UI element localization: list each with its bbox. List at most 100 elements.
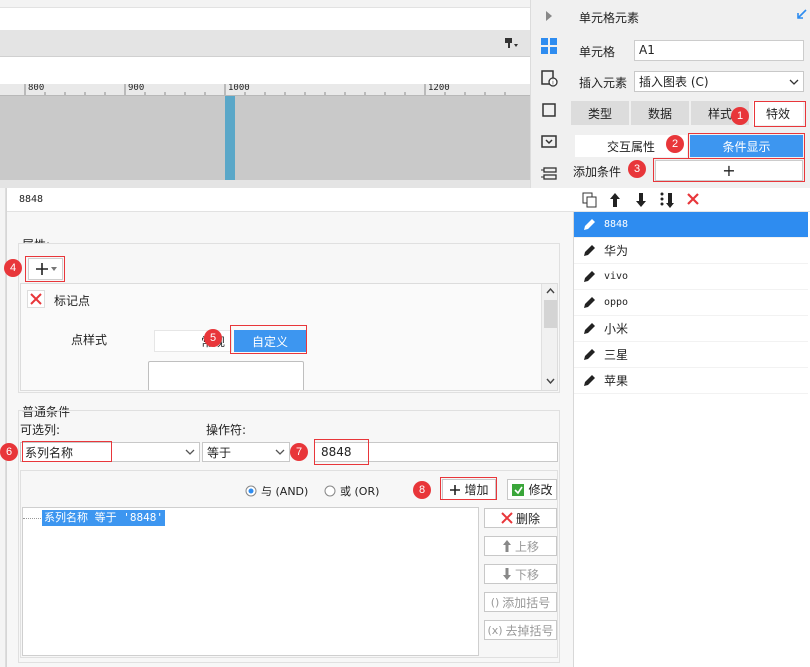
chevron-down-icon bbox=[271, 443, 289, 461]
radio-icon bbox=[324, 485, 336, 497]
tab-type-label: 类型 bbox=[587, 106, 612, 121]
operator-select-value: 等于 bbox=[207, 445, 232, 460]
tab-style-label: 样式 bbox=[707, 106, 732, 121]
insert-element-value: 插入图表 (C) bbox=[639, 75, 709, 89]
pencil-icon bbox=[574, 374, 604, 388]
cell-input[interactable]: A1 bbox=[634, 40, 804, 61]
highlight-box-value bbox=[314, 439, 369, 465]
icon-sidebar: i bbox=[530, 0, 565, 188]
step-badge: 2 bbox=[666, 135, 684, 153]
close-icon bbox=[501, 512, 513, 524]
point-style-label: 点样式 bbox=[71, 333, 108, 347]
modify-button[interactable]: 修改 bbox=[507, 479, 557, 500]
condition-item-label: 小米 bbox=[604, 322, 629, 336]
ruler-tick: 900 bbox=[128, 84, 145, 93]
canvas-selection-bar bbox=[225, 96, 235, 180]
cell-attribute-icon[interactable]: i bbox=[538, 67, 560, 89]
pencil-icon bbox=[574, 244, 604, 258]
scroll-up-icon[interactable] bbox=[546, 288, 555, 294]
condition-entry[interactable]: 系列名称 等于 '8848' bbox=[42, 510, 165, 526]
condition-tree: 系列名称 等于 '8848' bbox=[22, 507, 479, 656]
collapse-icon[interactable] bbox=[795, 9, 807, 24]
dialog-title-bar: 8848 bbox=[7, 188, 574, 212]
highlight-box-column-select bbox=[22, 441, 112, 462]
condition-item[interactable]: 三星 bbox=[574, 342, 808, 368]
and-radio[interactable]: 与 (AND) bbox=[245, 483, 308, 499]
modify-button-label: 修改 bbox=[528, 483, 553, 497]
move-down-icon[interactable] bbox=[634, 192, 648, 211]
condition-item[interactable]: 小米 bbox=[574, 316, 808, 342]
delete-button[interactable]: 删除 bbox=[484, 508, 557, 528]
tab-data[interactable]: 数据 bbox=[631, 101, 689, 125]
remove-bracket-icon: (x) bbox=[487, 623, 503, 637]
delete-marker-icon[interactable] bbox=[27, 290, 45, 308]
condition-item[interactable]: vivo bbox=[574, 264, 808, 290]
move-up-button-label: 上移 bbox=[514, 539, 539, 554]
or-radio-label: 或 (OR) bbox=[340, 485, 380, 498]
operator-select[interactable]: 等于 bbox=[202, 442, 290, 462]
form-icon[interactable] bbox=[538, 131, 560, 153]
cell-element-icon[interactable] bbox=[538, 35, 560, 57]
add-bracket-button[interactable]: () 添加括号 bbox=[484, 592, 557, 612]
condition-item[interactable]: 华为 bbox=[574, 238, 808, 264]
highlight-box-conditional bbox=[688, 133, 805, 159]
operator-label: 操作符: bbox=[206, 423, 247, 437]
pencil-icon bbox=[574, 270, 604, 284]
scroll-down-icon[interactable] bbox=[546, 378, 555, 384]
move-up-button[interactable]: 上移 bbox=[484, 536, 557, 556]
step-badge: 7 bbox=[290, 443, 308, 461]
modify-icon bbox=[512, 483, 525, 496]
chevron-down-icon bbox=[181, 443, 199, 461]
condition-item-label: 苹果 bbox=[604, 374, 629, 388]
format-toolbar bbox=[0, 30, 530, 57]
add-bracket-button-label: 添加括号 bbox=[502, 595, 551, 610]
condition-list-panel: 8848 华为 vivo oppo 小米 三星 苹果 bbox=[573, 188, 810, 667]
chevron-down-icon bbox=[785, 72, 803, 91]
condition-item-label: 8848 bbox=[604, 219, 629, 230]
condition-item[interactable]: oppo bbox=[574, 290, 808, 316]
insert-element-select[interactable]: 插入图表 (C) bbox=[634, 71, 804, 92]
condition-item[interactable]: 苹果 bbox=[574, 368, 808, 394]
move-bottom-icon[interactable] bbox=[658, 191, 676, 212]
condition-item[interactable]: 8848 bbox=[574, 212, 808, 238]
step-badge: 6 bbox=[0, 443, 18, 461]
panel-title: 单元格元素 bbox=[579, 11, 640, 25]
step-badge: 4 bbox=[4, 259, 22, 277]
ruler-tick: 1000 bbox=[228, 84, 250, 93]
pencil-icon bbox=[574, 322, 604, 336]
widget-icon[interactable] bbox=[538, 99, 560, 121]
canvas-bottom bbox=[0, 180, 530, 188]
remove-bracket-button[interactable]: (x) 去掉括号 bbox=[484, 620, 557, 640]
step-badge: 8 bbox=[413, 481, 431, 499]
copy-icon[interactable] bbox=[582, 192, 598, 211]
scrollbar[interactable] bbox=[541, 284, 557, 390]
format-painter-icon[interactable] bbox=[503, 36, 519, 50]
bracket-icon: () bbox=[490, 595, 500, 609]
move-down-button-label: 下移 bbox=[514, 567, 539, 582]
highlight-box-add-property bbox=[25, 256, 65, 282]
ruler-tick: 800 bbox=[28, 84, 45, 93]
layout-icon[interactable] bbox=[538, 163, 560, 185]
condition-item-label: oppo bbox=[604, 297, 629, 308]
column-ruler: 800 900 1000 1200 bbox=[0, 84, 530, 96]
move-down-button[interactable]: 下移 bbox=[484, 564, 557, 584]
add-condition-label: 添加条件 bbox=[573, 165, 622, 179]
tree-line bbox=[23, 518, 41, 519]
arrow-up-icon bbox=[502, 540, 511, 552]
expand-arrow-icon[interactable] bbox=[538, 5, 560, 27]
list-toolbar bbox=[574, 188, 810, 212]
highlight-box-effects-tab bbox=[754, 101, 806, 127]
scrollbar-thumb[interactable] bbox=[544, 300, 557, 328]
dialog-title: 8848 bbox=[19, 194, 44, 205]
tab-data-label: 数据 bbox=[647, 106, 672, 121]
pencil-icon bbox=[574, 348, 604, 362]
cell-label: 单元格 bbox=[579, 45, 616, 59]
highlight-box-custom-style bbox=[230, 325, 307, 354]
tab-type[interactable]: 类型 bbox=[571, 101, 629, 125]
condition-item-label: 华为 bbox=[604, 244, 629, 258]
delete-condition-icon[interactable] bbox=[686, 192, 700, 209]
or-radio[interactable]: 或 (OR) bbox=[324, 483, 379, 499]
subtab-interactive-label: 交互属性 bbox=[606, 139, 655, 154]
move-up-icon[interactable] bbox=[608, 192, 622, 211]
column-label: 可选列: bbox=[20, 423, 61, 437]
